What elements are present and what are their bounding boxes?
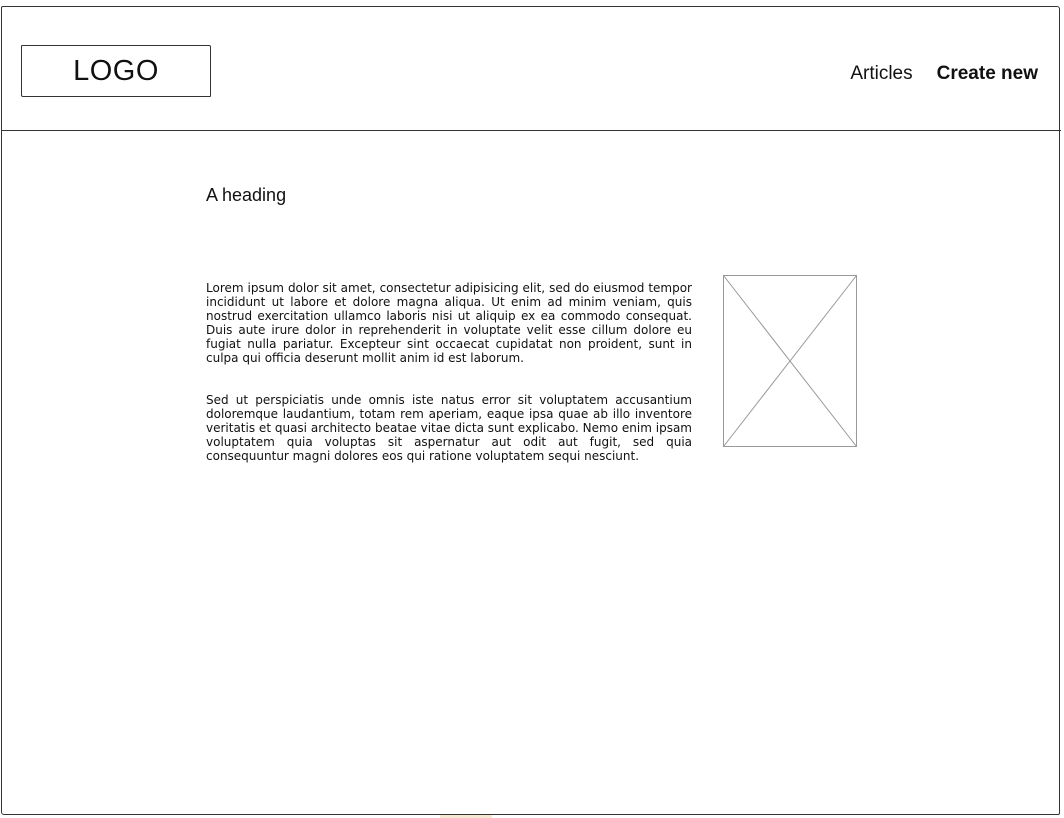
main-nav: Articles Create new: [850, 63, 1038, 85]
nav-create-new-link[interactable]: Create new: [937, 63, 1038, 85]
nav-articles-link[interactable]: Articles: [850, 63, 912, 85]
image-placeholder-icon: [723, 275, 857, 447]
page-heading: A heading: [206, 185, 287, 205]
header-divider: [1, 130, 1061, 131]
body-paragraph: Sed ut perspiciatis unde omnis iste natu…: [206, 393, 692, 463]
logo[interactable]: LOGO: [21, 45, 211, 97]
body-paragraph: Lorem ipsum dolor sit amet, consectetur …: [206, 281, 692, 365]
